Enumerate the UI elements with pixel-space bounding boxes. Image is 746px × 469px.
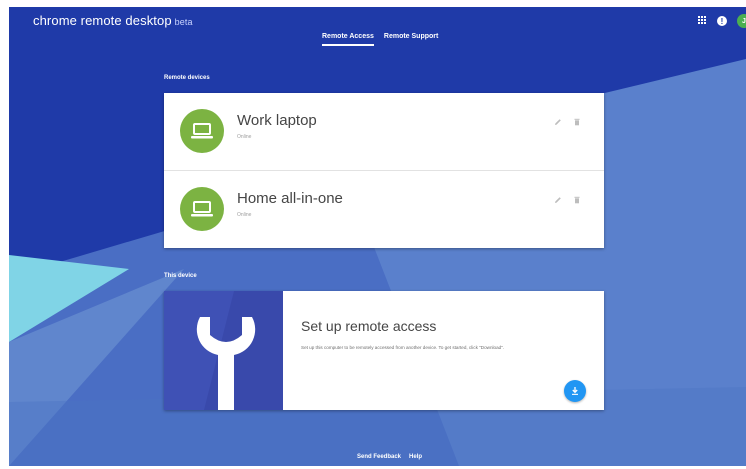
device-name: Home all-in-one xyxy=(237,190,343,207)
send-feedback-link[interactable]: Send Feedback xyxy=(357,454,401,460)
remote-devices-heading: Remote devices xyxy=(164,75,210,81)
download-button[interactable] xyxy=(564,380,586,402)
edit-icon[interactable] xyxy=(553,195,562,204)
delete-icon[interactable] xyxy=(572,195,581,204)
laptop-icon xyxy=(180,187,224,231)
device-name: Work laptop xyxy=(237,112,317,129)
wrench-icon xyxy=(164,291,283,410)
app-title[interactable]: chrome remote desktop beta xyxy=(33,13,193,28)
tab-remote-support[interactable]: Remote Support xyxy=(384,33,438,46)
app-window: chrome remote desktop beta Remote Access … xyxy=(9,7,746,466)
avatar[interactable]: J xyxy=(737,14,746,28)
setup-description: Set up this computer to be remotely acce… xyxy=(301,345,505,350)
app-title-text: chrome remote desktop xyxy=(33,13,172,28)
remote-devices-card: Work laptop Online Home all-in-one Onlin… xyxy=(164,93,604,248)
delete-icon[interactable] xyxy=(572,117,581,126)
help-icon[interactable]: ! xyxy=(717,16,727,26)
device-status: Online xyxy=(237,212,252,218)
tab-remote-access[interactable]: Remote Access xyxy=(322,33,374,46)
beta-label: beta xyxy=(174,17,193,27)
laptop-icon xyxy=(180,109,224,153)
setup-remote-access-card: Set up remote access Set up this compute… xyxy=(164,291,604,410)
tab-bar: Remote Access Remote Support xyxy=(322,33,438,46)
help-link[interactable]: Help xyxy=(409,454,422,460)
device-status: Online xyxy=(237,134,252,140)
this-device-heading: This device xyxy=(164,273,197,279)
setup-title: Set up remote access xyxy=(301,318,437,334)
device-row-home-all-in-one[interactable]: Home all-in-one Online xyxy=(164,170,604,247)
device-row-work-laptop[interactable]: Work laptop Online xyxy=(164,93,604,170)
download-icon xyxy=(572,387,578,395)
apps-grid-icon[interactable] xyxy=(698,16,706,24)
footer: Send Feedback Help xyxy=(357,454,422,460)
edit-icon[interactable] xyxy=(553,117,562,126)
